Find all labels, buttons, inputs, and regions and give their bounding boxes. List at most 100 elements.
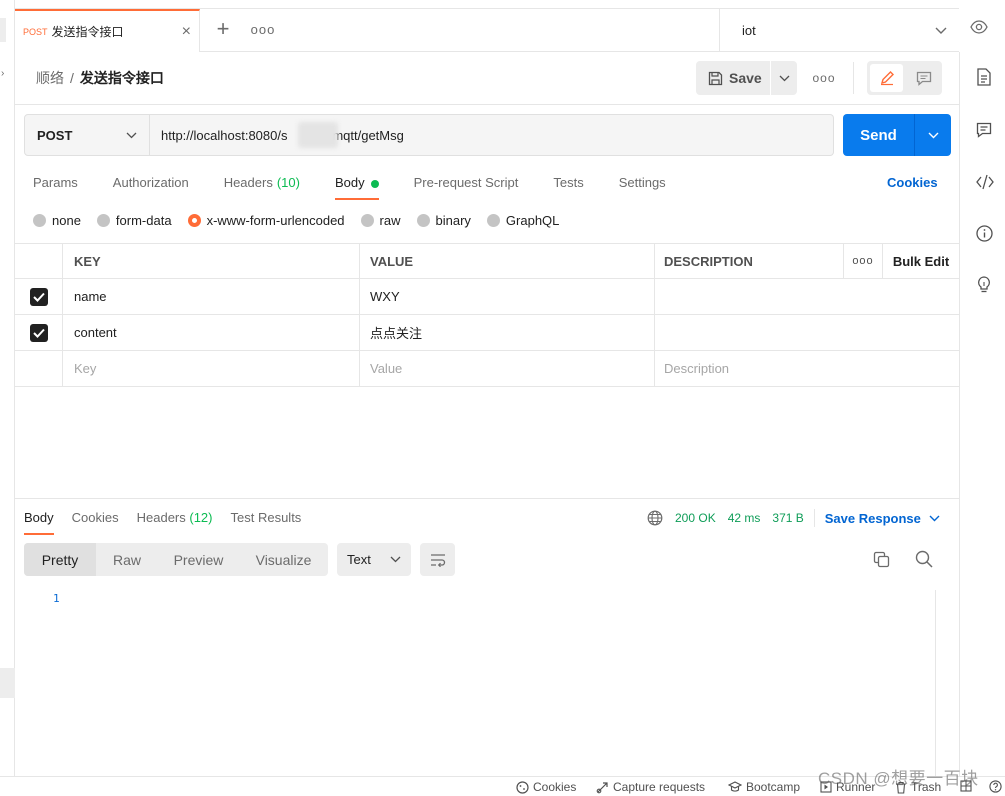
response-tab-test-results[interactable]: Test Results — [231, 508, 302, 535]
response-divider[interactable] — [15, 498, 959, 499]
bulk-edit-button[interactable]: Bulk Edit — [883, 244, 959, 278]
comment-mode-button[interactable] — [907, 64, 940, 92]
tab-label: Settings — [618, 175, 666, 190]
wrap-icon — [430, 553, 446, 567]
method-value: POST — [37, 127, 73, 143]
copy-icon[interactable] — [873, 551, 890, 568]
tab-pre-request-script[interactable]: Pre-request Script — [405, 172, 519, 200]
cookies-link[interactable]: Cookies — [887, 175, 938, 190]
tab-label: Headers — [136, 510, 186, 525]
sidebar-tab-stub — [0, 18, 6, 42]
format-select[interactable]: Text — [337, 543, 411, 576]
response-size[interactable]: 371 B — [772, 511, 803, 525]
save-response-button[interactable]: Save Response — [825, 511, 921, 526]
save-button[interactable]: Save — [696, 61, 770, 95]
breadcrumb-parent[interactable]: 顺络 — [36, 68, 64, 88]
breadcrumb-separator: / — [70, 70, 74, 86]
radio-x-www-form-urlencoded[interactable]: x-www-form-urlencoded — [187, 213, 345, 228]
statusbar-bootcamp[interactable]: Bootcamp — [728, 780, 800, 794]
page-title[interactable]: 发送指令接口 — [80, 68, 164, 88]
response-tab-body[interactable]: Body — [24, 508, 54, 535]
tab-tests[interactable]: Tests — [544, 172, 583, 200]
response-time[interactable]: 42 ms — [728, 511, 761, 525]
tab-body[interactable]: Body — [326, 172, 379, 200]
tab-headers[interactable]: Headers (10) — [215, 172, 300, 200]
radio-circle — [486, 214, 500, 227]
key-cell[interactable]: name — [63, 279, 360, 314]
statusbar-cookies[interactable]: Cookies — [516, 780, 576, 794]
column-options-icon[interactable]: ooo — [843, 244, 883, 278]
table-row: name WXY — [15, 279, 959, 315]
key-placeholder[interactable]: Key — [63, 351, 360, 386]
statusbar-capture-requests[interactable]: Capture requests — [596, 780, 705, 794]
code-icon[interactable] — [976, 174, 994, 190]
send-button[interactable]: Send — [843, 114, 951, 156]
tab-authorization[interactable]: Authorization — [104, 172, 189, 200]
value-placeholder[interactable]: Value — [360, 351, 655, 386]
radio-form-data[interactable]: form-data — [96, 213, 172, 228]
eye-icon[interactable] — [970, 20, 988, 34]
wrap-lines-button[interactable] — [420, 543, 455, 576]
header-checkbox-cell — [15, 244, 63, 278]
editor-scrollbar[interactable] — [935, 590, 951, 776]
description-placeholder[interactable]: Description — [655, 351, 843, 386]
search-icon[interactable] — [915, 550, 933, 568]
status-code[interactable]: 200 OK — [675, 511, 716, 525]
row-checkbox[interactable] — [29, 287, 48, 306]
documentation-icon[interactable] — [976, 68, 992, 86]
value-cell[interactable]: 点点关注 — [360, 315, 655, 350]
tab-params[interactable]: Params — [24, 172, 78, 200]
chevron-down-icon[interactable] — [929, 515, 940, 522]
save-dropdown-button[interactable] — [771, 61, 797, 95]
radio-graphql[interactable]: GraphQL — [486, 213, 559, 228]
radio-binary[interactable]: binary — [416, 213, 471, 228]
key-cell[interactable]: content — [63, 315, 360, 350]
more-actions-icon[interactable]: ooo — [812, 68, 836, 88]
view-visualize-button[interactable]: Visualize — [239, 543, 328, 576]
save-label: Save — [729, 70, 762, 86]
radio-none[interactable]: none — [33, 213, 81, 228]
method-select[interactable]: POST — [24, 114, 150, 156]
tab-label: Params — [33, 175, 78, 190]
tab-label: Tests — [553, 175, 584, 190]
radio-label: binary — [435, 213, 471, 228]
radio-raw[interactable]: raw — [360, 213, 401, 228]
column-header-value: VALUE — [360, 244, 655, 278]
description-cell[interactable] — [655, 279, 843, 314]
collapse-arrow-icon[interactable]: › — [1, 68, 4, 79]
url-input[interactable]: http://localhost:8080/s d/mqtt/getMsg — [150, 114, 834, 156]
request-tab[interactable]: POST 发送指令接口 × — [15, 9, 200, 52]
view-preview-button[interactable]: Preview — [158, 543, 239, 576]
comments-icon[interactable] — [976, 122, 992, 138]
send-dropdown-button[interactable] — [915, 132, 951, 139]
row-checkbox-cell — [15, 315, 63, 350]
view-raw-button[interactable]: Raw — [96, 543, 158, 576]
column-header-key: KEY — [63, 244, 360, 278]
statusbar-label: Bootcamp — [746, 780, 801, 794]
new-tab-button[interactable]: + — [211, 16, 235, 41]
edit-mode-button[interactable] — [870, 64, 903, 92]
response-tab-cookies[interactable]: Cookies — [72, 508, 119, 535]
help-icon[interactable] — [989, 780, 1005, 793]
globe-icon[interactable] — [647, 510, 663, 526]
description-cell[interactable] — [655, 315, 843, 350]
info-icon[interactable] — [976, 225, 993, 242]
headers-count: (12) — [189, 510, 213, 525]
lightbulb-icon[interactable] — [976, 276, 992, 294]
close-tab-icon[interactable]: × — [182, 23, 191, 41]
chevron-down-icon — [390, 556, 401, 563]
row-checkbox[interactable] — [29, 323, 48, 342]
tab-settings[interactable]: Settings — [610, 172, 666, 200]
environment-select[interactable]: iot — [719, 9, 959, 52]
watermark: CSDN @想要一百块 — [818, 769, 979, 788]
view-pretty-button[interactable]: Pretty — [24, 543, 96, 576]
comment-icon — [916, 71, 932, 86]
line-number: 1 — [53, 592, 60, 605]
value-cell[interactable]: WXY — [360, 279, 655, 314]
more-tabs-icon[interactable]: ooo — [251, 17, 275, 41]
table-header-row: KEY VALUE DESCRIPTION ooo Bulk Edit — [15, 243, 959, 279]
chevron-down-icon — [779, 75, 790, 82]
radio-label: raw — [379, 213, 401, 228]
response-tab-headers[interactable]: Headers (12) — [137, 508, 213, 535]
pencil-icon — [879, 70, 895, 86]
